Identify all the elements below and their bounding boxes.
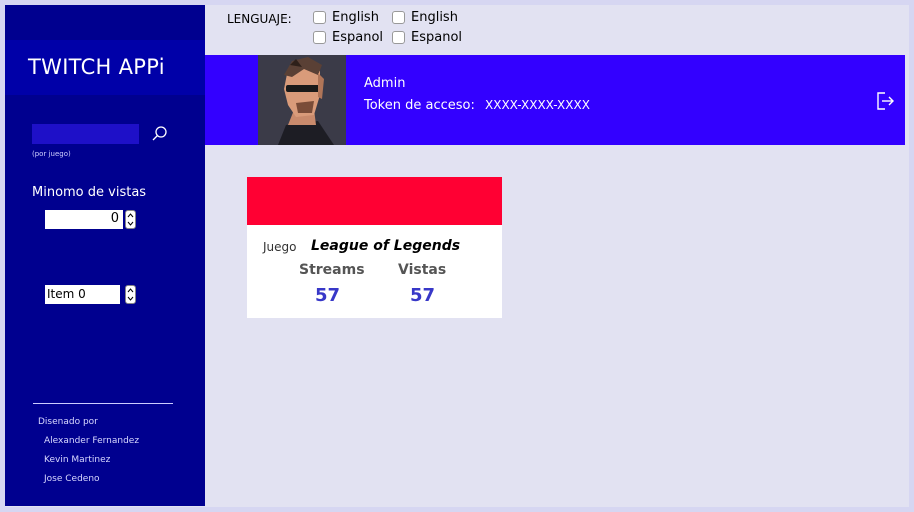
credits: Disenado por Alexander Fernandez Kevin M… xyxy=(38,417,139,493)
game-name: League of Legends xyxy=(311,238,461,254)
checkbox[interactable] xyxy=(313,11,326,24)
sidebar-divider xyxy=(33,403,173,404)
app-title: TWITCH APPi xyxy=(5,40,205,95)
credit-name: Jose Cedeno xyxy=(44,474,100,484)
streams-label: Streams xyxy=(299,262,365,278)
user-header: Admin Token de acceso: XXXX-XXXX-XXXX xyxy=(205,55,905,145)
min-views-stepper[interactable] xyxy=(125,210,136,229)
checkbox[interactable] xyxy=(392,31,405,44)
checkbox[interactable] xyxy=(313,31,326,44)
item-select-stepper[interactable] xyxy=(125,285,136,304)
streams-value: 57 xyxy=(315,285,341,306)
search-icon[interactable] xyxy=(150,124,170,144)
min-views-input[interactable]: 0 xyxy=(45,210,123,229)
token-value: XXXX-XXXX-XXXX xyxy=(485,98,590,112)
language-checkbox-espanol-2[interactable]: Espanol xyxy=(392,30,462,45)
language-checkbox-english-1[interactable]: English xyxy=(313,10,379,25)
language-label: LENGUAJE: xyxy=(227,12,292,26)
search-hint: (por juego) xyxy=(32,150,71,158)
min-views-label: Minomo de vistas xyxy=(32,185,147,200)
language-checkbox-espanol-1[interactable]: Espanol xyxy=(313,30,383,45)
user-name: Admin xyxy=(364,76,406,91)
game-label: Juego xyxy=(263,240,297,254)
avatar xyxy=(258,55,346,145)
item-select[interactable]: Item 0 xyxy=(45,285,120,304)
credit-name: Alexander Fernandez xyxy=(44,436,140,446)
vistas-label: Vistas xyxy=(398,262,447,278)
logout-icon[interactable] xyxy=(875,90,895,112)
credits-heading: Disenado por xyxy=(38,417,98,427)
vistas-value: 57 xyxy=(410,285,436,306)
search-input[interactable] xyxy=(32,124,139,144)
checkbox[interactable] xyxy=(392,11,405,24)
token-label: Token de acceso: xyxy=(364,98,475,113)
game-card[interactable]: Juego League of Legends Streams Vistas 5… xyxy=(247,177,502,318)
sidebar: TWITCH APPi (por juego) Minomo de vistas… xyxy=(5,5,205,506)
credit-name: Kevin Martinez xyxy=(44,455,111,465)
language-checkbox-english-2[interactable]: English xyxy=(392,10,458,25)
game-banner xyxy=(247,177,502,225)
